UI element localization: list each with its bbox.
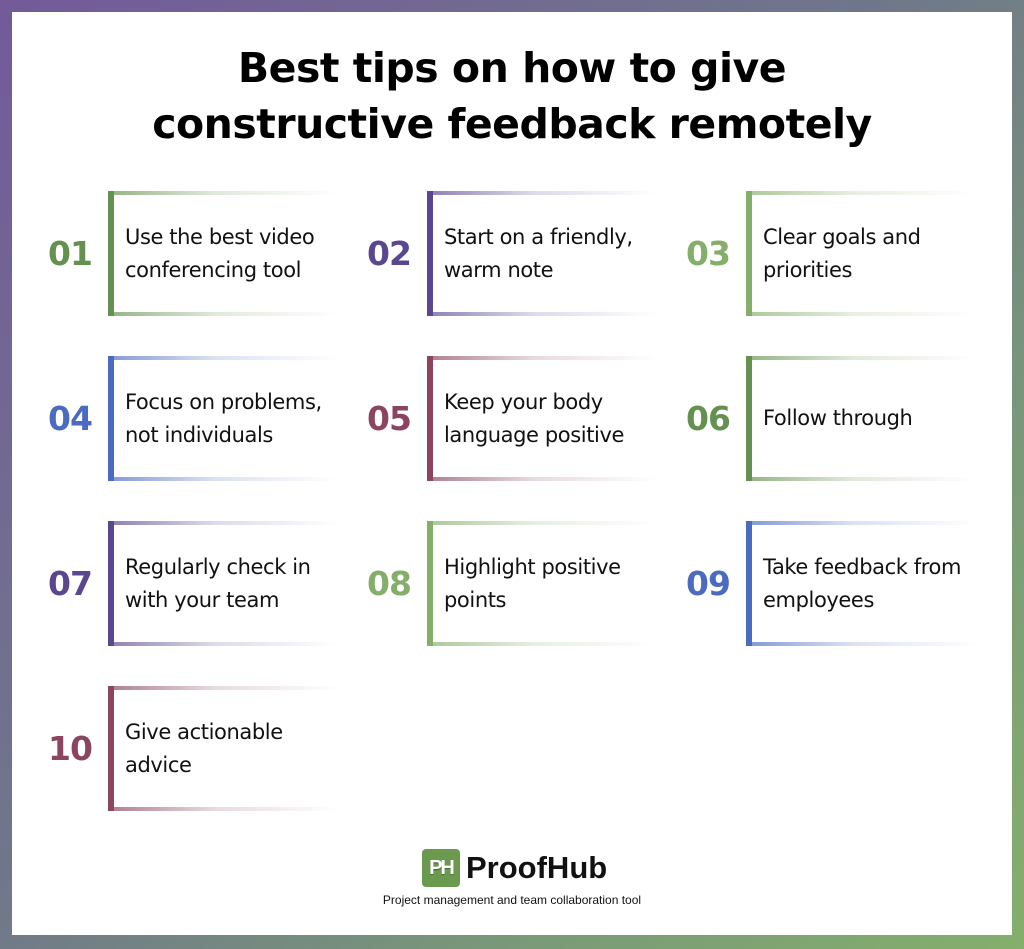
tip-text: Take feedback from employees	[763, 554, 962, 612]
tip-item: 08 Highlight positive points	[367, 521, 657, 646]
tip-item: 04 Focus on problems, not individuals	[48, 356, 338, 481]
tip-text: Give actionable advice	[125, 719, 283, 777]
tip-text: Use the best video conferencing tool	[125, 224, 315, 282]
tip-number: 03	[686, 234, 731, 273]
tip-text: Follow through	[763, 406, 913, 430]
brand-tagline: Project management and team collaboratio…	[382, 893, 642, 907]
tip-number: 10	[48, 729, 93, 768]
tip-accent-bar	[746, 521, 752, 646]
tip-text: Keep your body language positive	[444, 389, 625, 447]
tip-accent-bar	[427, 356, 433, 481]
tip-accent-bar	[427, 521, 433, 646]
tip-number: 06	[686, 399, 731, 438]
tip-item: 02 Start on a friendly, warm note	[367, 191, 657, 316]
tip-accent-bar	[108, 521, 114, 646]
tip-accent-bar	[108, 686, 114, 811]
tip-text: Clear goals and priorities	[763, 224, 921, 282]
tip-item: 05 Keep your body language positive	[367, 356, 657, 481]
brand-name: ProofHub	[466, 850, 608, 885]
title-line-1: Best tips on how to give	[237, 44, 787, 92]
tip-accent-bar	[746, 191, 752, 316]
tip-item: 03 Clear goals and priorities	[686, 191, 976, 316]
tip-text: Focus on problems, not individuals	[125, 389, 322, 447]
tip-accent-bar	[427, 191, 433, 316]
tip-item: 07 Regularly check in with your team	[48, 521, 338, 646]
tip-item: 01 Use the best video conferencing tool	[48, 191, 338, 316]
tip-item: 10 Give actionable advice	[48, 686, 338, 811]
tip-item: 06 Follow through	[686, 356, 976, 481]
tip-number: 01	[48, 234, 93, 273]
proofhub-logo-icon: PH	[422, 849, 460, 887]
tip-text: Highlight positive points	[444, 554, 621, 612]
page-title: Best tips on how to give constructive fe…	[0, 40, 1024, 152]
tip-number: 07	[48, 564, 93, 603]
tip-number: 04	[48, 399, 93, 438]
tip-text: Regularly check in with your team	[125, 554, 311, 612]
proofhub-logo: PH ProofHub	[422, 848, 607, 888]
tip-accent-bar	[746, 356, 752, 481]
tip-number: 02	[367, 234, 412, 273]
title-line-2: constructive feedback remotely	[152, 100, 872, 148]
tip-item: 09 Take feedback from employees	[686, 521, 976, 646]
tip-text: Start on a friendly, warm note	[444, 224, 633, 282]
tip-accent-bar	[108, 191, 114, 316]
tip-number: 05	[367, 399, 412, 438]
tip-number: 08	[367, 564, 412, 603]
tip-accent-bar	[108, 356, 114, 481]
tip-number: 09	[686, 564, 731, 603]
